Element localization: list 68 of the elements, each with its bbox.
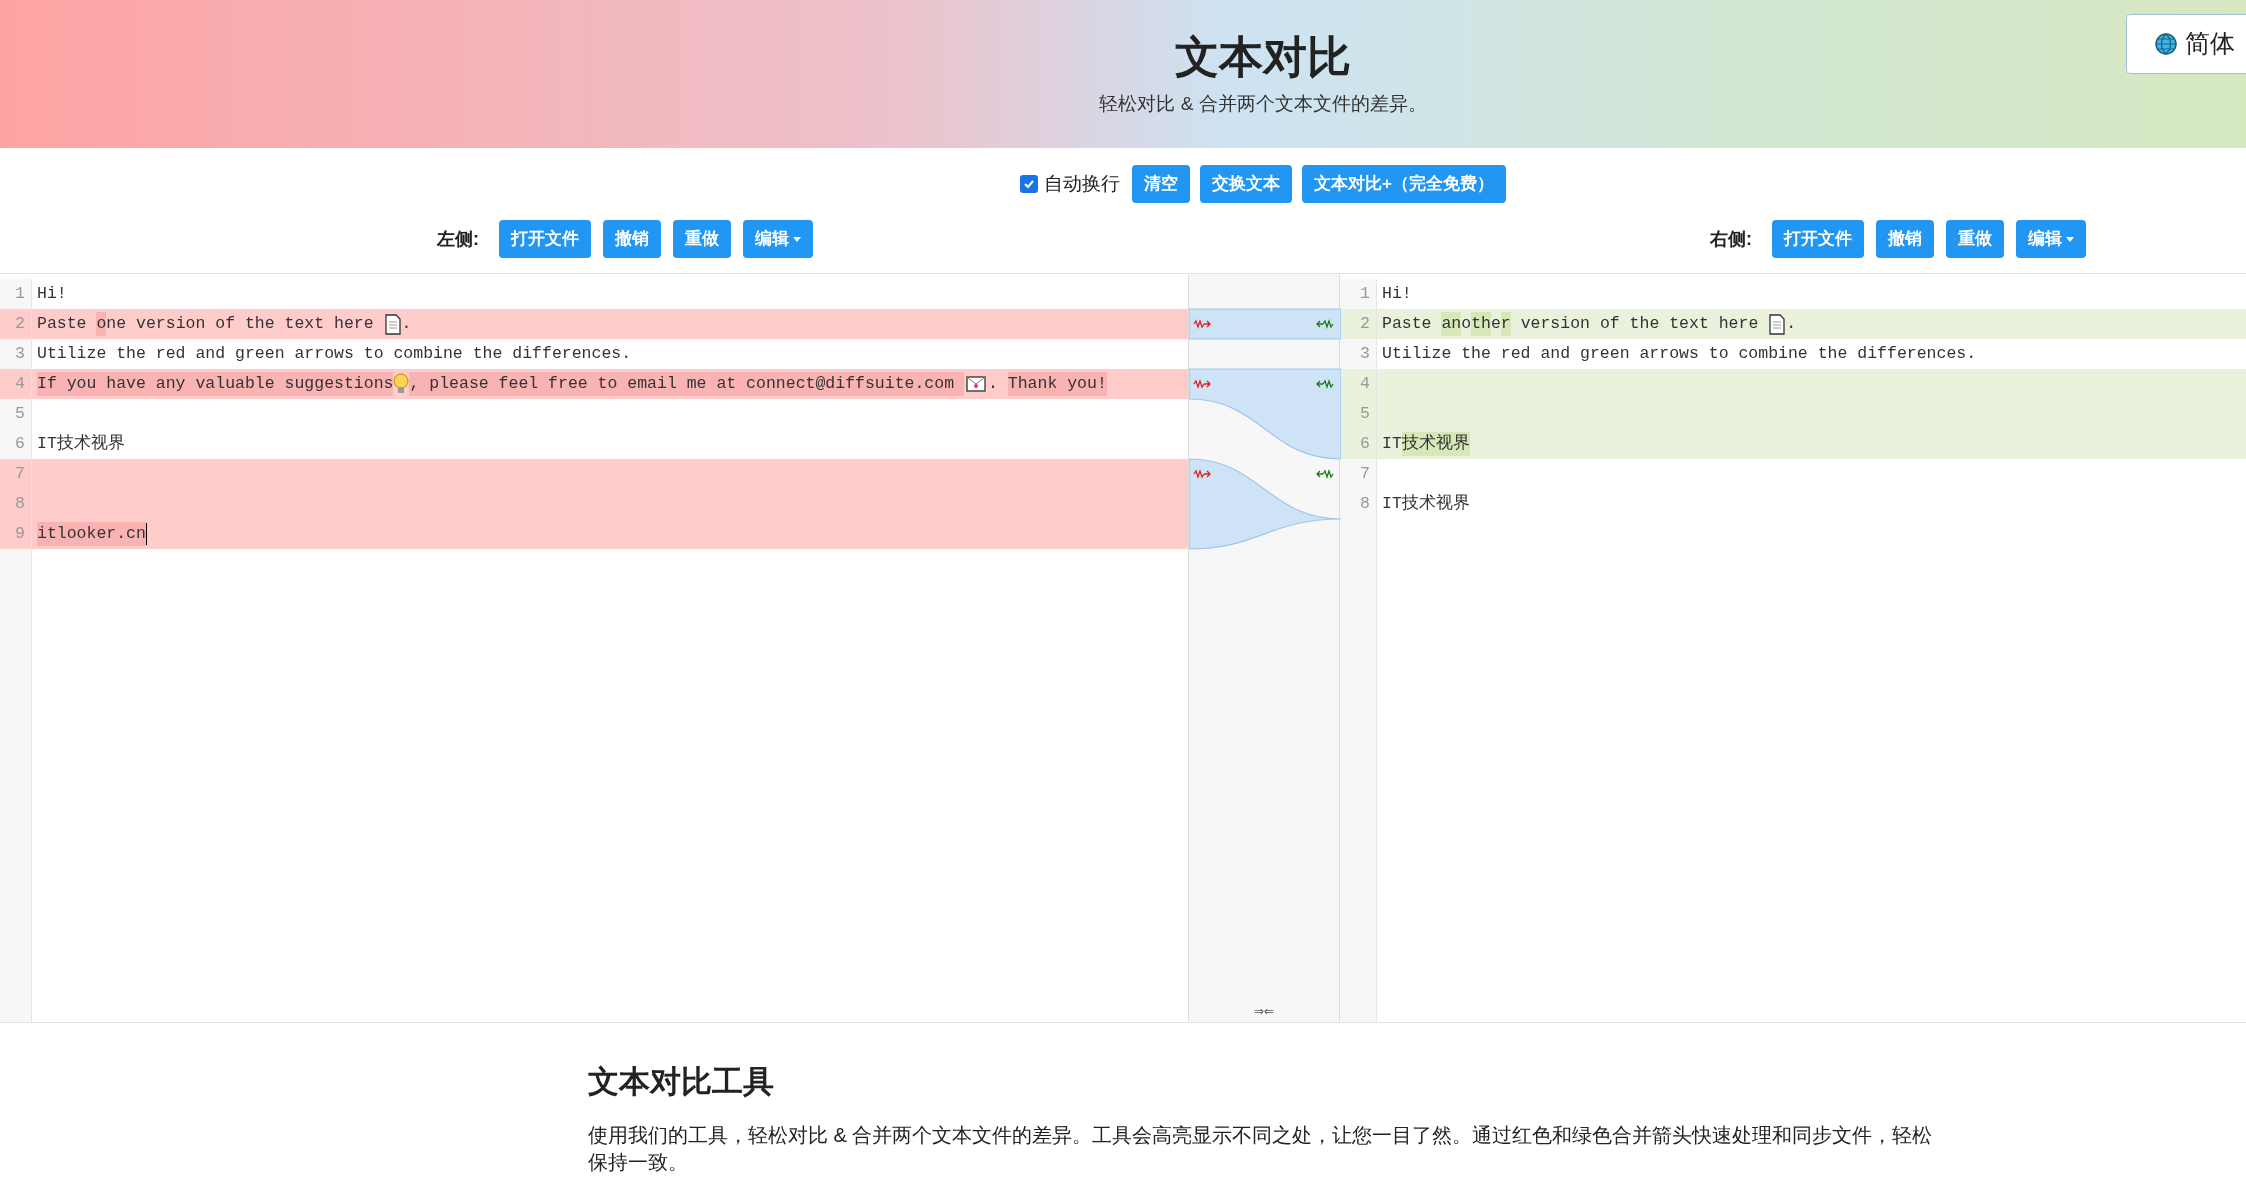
merge-left-icon[interactable] [1316, 378, 1334, 390]
merge-right-icon[interactable] [1193, 318, 1211, 330]
language-button[interactable]: 简体 [2126, 14, 2246, 74]
line-number: 8 [1340, 489, 1377, 519]
page-title: 文本对比 [1175, 31, 1351, 84]
envelope-icon [965, 376, 986, 392]
toolbar-button[interactable]: 撤销 [603, 220, 661, 258]
line-text: Utilize the red and green arrows to combine the differences. [1382, 342, 1977, 365]
highlighted-text: o [96, 311, 107, 337]
toolbar-button[interactable]: 撤销 [1876, 220, 1934, 258]
line-text: e [1490, 312, 1501, 335]
document-icon [384, 313, 401, 335]
section-paragraph: 使用我们的工具，轻松对比 & 合并两个文本文件的差异。工具会高亮显示不同之处，让您一目了然。通过红色和绿色合并箭头快速处理和同步文件，轻松保持一致。 [588, 1122, 1934, 1175]
merge-left-icon[interactable] [1316, 318, 1334, 330]
toolbar-button[interactable]: 交换文本 [1200, 165, 1293, 203]
edit-menu-button[interactable]: 编辑 [2016, 220, 2086, 258]
line-text: IT技术视界 [1382, 492, 1470, 515]
toolbar-button[interactable]: 文本对比+（完全免费） [1302, 165, 1506, 203]
line-text: IT技术视界 [37, 432, 125, 455]
merge-right-icon[interactable] [1193, 378, 1211, 390]
line-text: . [987, 372, 999, 395]
caret-icon [793, 236, 801, 242]
line-text: Paste [1382, 312, 1433, 335]
checkmark-icon [1023, 178, 1036, 190]
globe-icon [2155, 33, 2177, 55]
toolbar-button[interactable]: 重做 [1946, 220, 2004, 258]
line-number: 1 [0, 279, 32, 309]
caret-icon [2066, 236, 2074, 242]
line-text: Hi! [37, 282, 67, 305]
section-heading: 文本对比工具 [588, 1063, 775, 1101]
highlighted-text: Thank you! [1007, 371, 1107, 397]
pane-label: 右侧: [1710, 227, 1752, 251]
merge-all-button[interactable]: ⇒⇐ [1254, 1004, 1274, 1020]
page-subtitle: 轻松对比 & 合并两个文本文件的差异。 [1099, 92, 1427, 117]
line-text: Hi! [1382, 282, 1412, 305]
highlighted-text: If you have any valuable suggestions [37, 371, 394, 397]
toolbar-button[interactable]: 打开文件 [1772, 220, 1864, 258]
document-icon [1769, 313, 1786, 335]
highlighted-text: itlooker.cn [37, 521, 146, 547]
highlighted-text: th [1471, 311, 1491, 337]
line-text: o [1461, 312, 1472, 335]
merge-left-icon[interactable] [1316, 468, 1334, 480]
toolbar-button[interactable]: 清空 [1132, 165, 1191, 203]
toolbar-button[interactable]: 打开文件 [499, 220, 591, 258]
checkbox-label: 自动换行 [1044, 171, 1121, 196]
wrap-checkbox[interactable] [1020, 175, 1039, 193]
highlighted-text: an [1441, 311, 1462, 337]
line-number: 3 [1340, 339, 1377, 369]
highlighted-text: 技术视界 [1401, 431, 1470, 457]
highlighted-text: , please feel free to email me at connect@diffsuite.com [409, 371, 964, 397]
line-text: Utilize the red and green arrows to combine the differences. [37, 342, 632, 365]
line-text: IT [1382, 432, 1402, 455]
line-number: 3 [0, 339, 32, 369]
line-text: ne version of the text here [106, 312, 375, 335]
line-text: version of the text here [1519, 312, 1760, 335]
lightbulb-icon [393, 373, 410, 395]
highlighted-text: r [1500, 311, 1511, 337]
pane-label: 左侧: [437, 227, 479, 251]
line-text: Paste [37, 312, 88, 335]
toolbar-button[interactable]: 重做 [673, 220, 731, 258]
merge-right-icon[interactable] [1193, 468, 1211, 480]
line-number: 6 [0, 429, 32, 459]
line-number: 7 [1340, 459, 1377, 489]
line-number: 1 [1340, 279, 1377, 309]
line-text: . [401, 312, 412, 335]
line-number: 5 [0, 399, 32, 429]
edit-menu-button[interactable]: 编辑 [743, 220, 813, 258]
line-text: . [1786, 312, 1797, 335]
